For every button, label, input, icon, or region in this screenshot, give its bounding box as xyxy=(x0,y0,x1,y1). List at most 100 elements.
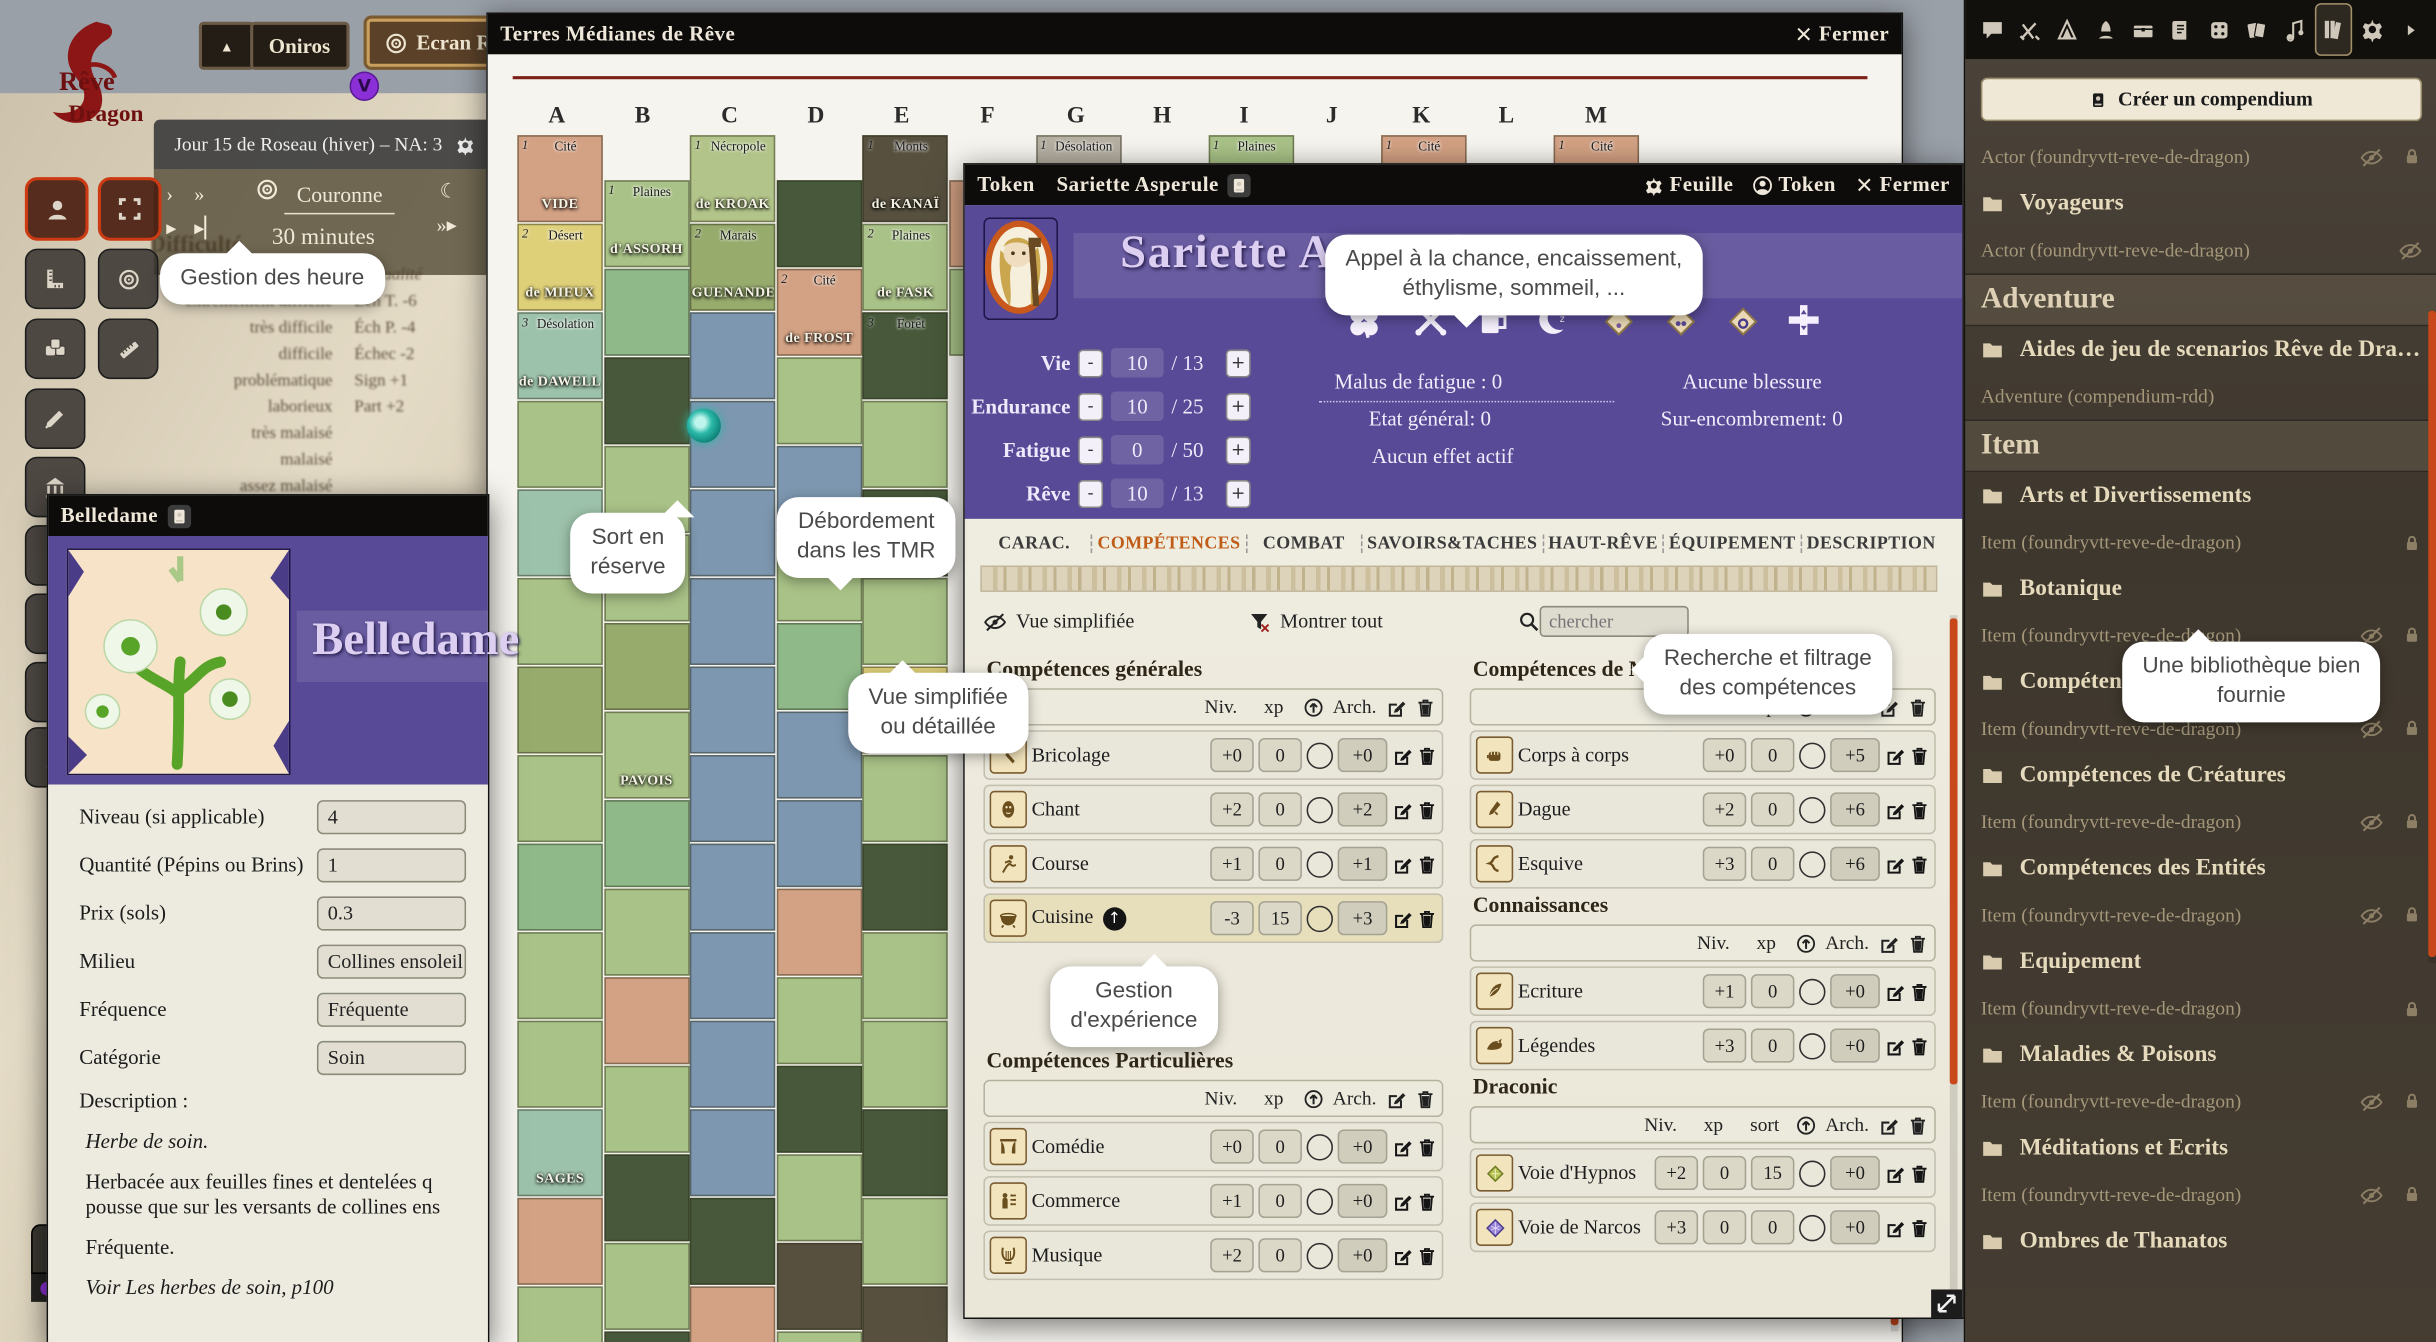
trash-icon[interactable] xyxy=(1909,1035,1929,1055)
tmr-cell[interactable] xyxy=(690,755,775,842)
tmr-cell[interactable]: 1Plainesd'ASSORH xyxy=(604,180,689,267)
archive-toggle[interactable] xyxy=(1307,851,1333,877)
compendium-pack-row[interactable]: Actor (foundryvtt-reve-de-dragon) xyxy=(1965,134,2436,181)
sidebar-tab-actors[interactable] xyxy=(2088,6,2123,53)
archive-toggle[interactable] xyxy=(1799,851,1825,877)
tmr-cell[interactable] xyxy=(517,755,602,842)
tmr-cell[interactable]: 2MaraisGUENANDE xyxy=(690,224,775,311)
view-toggle[interactable]: Vue simplifiée xyxy=(983,609,1201,634)
sidebar-tab-items-chest[interactable] xyxy=(2126,6,2161,53)
tmr-cell[interactable] xyxy=(517,844,602,931)
tool-ruler[interactable] xyxy=(25,249,86,310)
sidebar-tab-swords[interactable] xyxy=(2012,6,2047,53)
folder-compétences-des-entités[interactable]: Compétences des Entités xyxy=(1965,845,2436,892)
tab-carac-[interactable]: CARAC. xyxy=(977,534,1093,553)
folder-equipement[interactable]: Equipement xyxy=(1965,938,2436,985)
tmr-cell[interactable] xyxy=(517,1286,602,1342)
skill-sort[interactable]: 15 xyxy=(1751,1156,1795,1190)
tmr-cell[interactable]: 3Désolationde DAWELL xyxy=(517,312,602,399)
field-input[interactable]: 1 xyxy=(317,848,466,882)
sidebar-tab-rolltable-dice[interactable] xyxy=(2201,6,2236,53)
advance-medium-button[interactable]: » xyxy=(194,182,204,207)
tmr-cell[interactable] xyxy=(690,1286,775,1342)
tmr-cell[interactable] xyxy=(604,269,689,356)
skill-xp[interactable]: 0 xyxy=(1703,1156,1747,1190)
tool-expand[interactable] xyxy=(98,177,162,241)
actor-link-icon[interactable] xyxy=(1228,173,1251,196)
skill-xp[interactable]: 0 xyxy=(1258,847,1302,881)
skill-xp[interactable]: 0 xyxy=(1258,1184,1302,1218)
skill-niv[interactable]: +0 xyxy=(1210,738,1254,772)
tmr-cell[interactable] xyxy=(604,1331,689,1342)
skill-row-comédie[interactable]: Comédie+00+0 xyxy=(983,1122,1443,1172)
tmr-cell[interactable] xyxy=(863,401,948,488)
edit-icon[interactable] xyxy=(1885,1035,1905,1055)
edit-icon[interactable] xyxy=(1392,745,1412,765)
stat-minus-button[interactable]: - xyxy=(1078,479,1103,507)
actor-portrait[interactable] xyxy=(983,218,1058,321)
tmr-cell[interactable] xyxy=(776,1243,861,1330)
tmr-cell[interactable] xyxy=(604,1066,689,1153)
field-input[interactable]: Collines ensoleil xyxy=(317,945,466,979)
skill-xp[interactable]: 0 xyxy=(1751,1028,1795,1062)
compendium-pack-row[interactable]: Item (foundryvtt-reve-de-dragon) xyxy=(1965,1078,2436,1125)
archive-toggle[interactable] xyxy=(1799,978,1825,1004)
item-image[interactable] xyxy=(67,548,291,775)
tmr-cell[interactable]: 1Nécropolede KROAK xyxy=(690,135,775,222)
tool-measure[interactable] xyxy=(98,318,159,379)
edit-icon[interactable] xyxy=(1885,799,1905,819)
skill-niv[interactable]: +1 xyxy=(1703,974,1747,1008)
trash-icon[interactable] xyxy=(1417,799,1437,819)
skill-row-commerce[interactable]: Commerce+10+0 xyxy=(983,1176,1443,1226)
skill-search-input[interactable] xyxy=(1540,606,1689,637)
advance-small-button[interactable]: › xyxy=(166,182,173,207)
archive-toggle[interactable] xyxy=(1307,796,1333,822)
edit-icon[interactable] xyxy=(1392,1245,1412,1265)
trash-icon[interactable] xyxy=(1417,1136,1437,1156)
archive-toggle[interactable] xyxy=(1307,905,1333,931)
tmr-cell[interactable]: 1CitéVIDE xyxy=(517,135,602,222)
skill-xp[interactable]: 0 xyxy=(1258,738,1302,772)
archive-toggle[interactable] xyxy=(1799,1032,1825,1058)
tmr-cell[interactable] xyxy=(517,401,602,488)
skill-niv[interactable]: +3 xyxy=(1703,1028,1747,1062)
oniros-button[interactable]: Oniros xyxy=(250,22,349,70)
feuille-button[interactable]: Feuille xyxy=(1643,172,1733,197)
edit-icon[interactable] xyxy=(1885,745,1905,765)
field-input[interactable]: Fréquente xyxy=(317,993,466,1027)
edit-icon[interactable] xyxy=(1392,908,1412,928)
create-compendium-button[interactable]: Créer un compendium xyxy=(1981,78,2422,122)
trash-icon[interactable] xyxy=(1909,1163,1929,1183)
tab-savoirs-taches[interactable]: SAVOIRS&TACHES xyxy=(1362,534,1543,553)
sheet-scrollbar[interactable] xyxy=(1950,615,1958,1305)
tab-description[interactable]: DESCRIPTION xyxy=(1802,534,1941,553)
compendium-pack-row[interactable]: Item (foundryvtt-reve-de-dragon) xyxy=(1965,985,2436,1032)
skill-niv[interactable]: +3 xyxy=(1655,1210,1699,1244)
tmr-cell[interactable] xyxy=(604,623,689,710)
skill-row-musique[interactable]: Musique+20+0 xyxy=(983,1230,1443,1280)
trash-icon[interactable] xyxy=(1417,908,1437,928)
edit-icon[interactable] xyxy=(1885,981,1905,1001)
folder-botanique[interactable]: Botanique xyxy=(1965,566,2436,613)
tmr-cell[interactable] xyxy=(690,489,775,576)
tmr-cell[interactable] xyxy=(863,1109,948,1196)
tmr-cell[interactable]: 2Désertde MIEUX xyxy=(517,224,602,311)
skill-xp[interactable]: 0 xyxy=(1703,1210,1747,1244)
trash-icon[interactable] xyxy=(1909,745,1929,765)
map-close-button[interactable]: Fermer xyxy=(1794,22,1889,47)
skill-row-ecriture[interactable]: Ecriture+10+0 xyxy=(1470,966,1936,1016)
archive-toggle[interactable] xyxy=(1799,796,1825,822)
skill-niv[interactable]: +2 xyxy=(1703,792,1747,826)
token-button[interactable]: Token xyxy=(1752,172,1836,197)
sidebar-tab-collapse-caret[interactable] xyxy=(2393,6,2428,53)
tmr-cell[interactable] xyxy=(776,1066,861,1153)
archive-toggle[interactable] xyxy=(1799,742,1825,768)
trash-icon[interactable] xyxy=(1909,981,1929,1001)
tmr-cell[interactable]: SAGES xyxy=(517,1109,602,1196)
trash-icon[interactable] xyxy=(1417,1191,1437,1211)
tmr-cell[interactable] xyxy=(776,1154,861,1241)
archive-toggle[interactable] xyxy=(1307,1242,1333,1268)
tmr-cell[interactable] xyxy=(863,844,948,931)
sidebar-tab-settings-gear[interactable] xyxy=(2356,6,2391,53)
tmr-cell[interactable] xyxy=(604,1154,689,1241)
